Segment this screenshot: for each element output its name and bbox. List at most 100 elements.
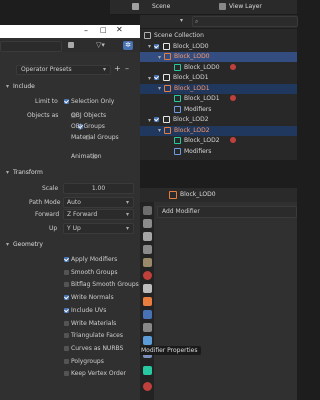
outliner-row[interactable]: ▾ Block_LOD0 bbox=[140, 52, 297, 62]
scene-name[interactable]: Scene bbox=[152, 3, 170, 10]
viewlayer-icon[interactable] bbox=[219, 3, 226, 10]
path-mode-dropdown[interactable]: Auto ▾ bbox=[63, 197, 134, 208]
material-tab-icon[interactable] bbox=[143, 382, 152, 391]
filter-funnel-icon[interactable]: ▾ bbox=[180, 17, 183, 24]
expand-arrow-icon[interactable]: ▾ bbox=[158, 54, 161, 61]
outliner-row[interactable]: Modifiers bbox=[140, 105, 297, 115]
outliner-row[interactable]: Block_LOD0 bbox=[140, 63, 297, 73]
expand-arrow-icon[interactable]: ▾ bbox=[148, 43, 151, 50]
geometry-option-checkbox[interactable] bbox=[64, 307, 69, 313]
world-tab-icon[interactable] bbox=[143, 271, 152, 280]
object-icon bbox=[164, 53, 171, 60]
geometry-option-label: Curves as NURBS bbox=[71, 344, 124, 352]
geometry-option-checkbox[interactable] bbox=[64, 295, 69, 301]
geometry-option-checkbox[interactable] bbox=[64, 358, 69, 364]
mesh-icon bbox=[174, 137, 181, 144]
outliner-row[interactable]: ▾ Block_LOD1 bbox=[140, 83, 297, 94]
data-tab-icon[interactable] bbox=[143, 366, 152, 375]
outliner-row[interactable]: ▾ Block_LOD2 bbox=[140, 115, 297, 125]
export-top-toolbar: ▽▾ ✲ bbox=[0, 40, 140, 52]
geometry-option-checkbox[interactable] bbox=[64, 333, 69, 339]
geometry-option-checkbox[interactable] bbox=[64, 269, 69, 275]
objects-as-label: Objects as bbox=[27, 112, 59, 119]
expand-arrow-icon[interactable]: ▾ bbox=[148, 117, 151, 124]
material-icon bbox=[230, 63, 236, 70]
output-tab-icon[interactable] bbox=[143, 232, 152, 241]
maximize-icon[interactable]: □ bbox=[100, 26, 107, 34]
up-dropdown[interactable]: Y Up ▾ bbox=[63, 223, 134, 234]
geometry-option-checkbox[interactable] bbox=[64, 371, 69, 377]
minimize-icon[interactable]: – bbox=[84, 26, 88, 35]
geometry-option-checkbox[interactable] bbox=[64, 320, 69, 326]
operator-presets-dropdown[interactable]: Operator Presets ▾ bbox=[16, 65, 111, 75]
filter-toggle-icon[interactable] bbox=[68, 42, 74, 48]
close-icon[interactable]: ✕ bbox=[116, 25, 123, 34]
geometry-option-label: Write Materials bbox=[71, 319, 117, 327]
scene-icon[interactable] bbox=[132, 3, 139, 10]
add-modifier-button[interactable]: Add Modifier bbox=[157, 206, 297, 218]
scale-label: Scale bbox=[42, 185, 59, 192]
outliner-row[interactable]: Block_LOD2 bbox=[140, 136, 297, 146]
outliner-row[interactable]: ▾ Block_LOD2 bbox=[140, 125, 297, 136]
search-icon: ⌕ bbox=[195, 18, 199, 25]
outliner-row[interactable]: Modifiers bbox=[140, 147, 297, 157]
object-name-field[interactable]: Block_LOD0 bbox=[180, 191, 216, 198]
material-groups-label: Material Groups bbox=[71, 134, 119, 141]
scene-tab-icon[interactable] bbox=[143, 258, 152, 267]
modifier-properties-tooltip: Modifier Properties bbox=[138, 346, 201, 355]
expand-arrow-icon[interactable]: ▾ bbox=[158, 85, 161, 92]
operator-presets-row: Operator Presets ▾ + – bbox=[0, 64, 140, 75]
outliner-search-input[interactable]: ⌕ bbox=[192, 16, 298, 27]
physics-tab-icon[interactable] bbox=[143, 336, 152, 345]
operator-presets-label: Operator Presets bbox=[21, 66, 72, 73]
geometry-panel-header[interactable]: ▾ Geometry bbox=[0, 239, 140, 250]
geometry-option-checkbox[interactable] bbox=[64, 257, 69, 262]
add-preset-icon[interactable]: + bbox=[114, 64, 121, 73]
scale-value: 1.00 bbox=[91, 185, 106, 192]
geometry-option-checkbox[interactable] bbox=[64, 345, 69, 351]
geometry-option-label: Bitflag Smooth Groups bbox=[71, 281, 139, 289]
particles-tab-icon[interactable] bbox=[143, 323, 152, 332]
geometry-option-label: Triangulate Faces bbox=[71, 332, 123, 340]
geometry-option-checkbox[interactable] bbox=[64, 282, 69, 288]
object-tab-icon[interactable] bbox=[143, 297, 152, 306]
outliner-row-label: Block_LOD1 bbox=[184, 95, 220, 102]
up-chevron-icon: ▾ bbox=[126, 225, 130, 232]
outliner-row[interactable]: Scene Collection bbox=[140, 31, 297, 41]
collection-checkbox[interactable] bbox=[154, 117, 159, 122]
render-tab-icon[interactable] bbox=[143, 219, 152, 228]
tool-tab-icon[interactable] bbox=[143, 206, 152, 215]
outliner-row-label: Block_LOD2 bbox=[173, 116, 209, 123]
filter-dropdown-icon[interactable]: ▽▾ bbox=[96, 41, 105, 49]
settings-gear-icon[interactable]: ✲ bbox=[123, 41, 133, 50]
selection-only-checkbox[interactable] bbox=[64, 99, 69, 104]
outliner-row[interactable]: ▾ Block_LOD1 bbox=[140, 73, 297, 83]
forward-dropdown[interactable]: Z Forward ▾ bbox=[63, 209, 134, 220]
expand-arrow-icon[interactable]: ▾ bbox=[158, 127, 161, 134]
scene-collection-icon bbox=[144, 32, 151, 39]
collection-tab-icon[interactable] bbox=[143, 284, 152, 293]
collection-icon bbox=[163, 74, 170, 81]
remove-preset-icon[interactable]: – bbox=[125, 64, 129, 73]
transform-panel-header[interactable]: ▾ Transform bbox=[0, 167, 140, 178]
obj-groups-label: OBJ Groups bbox=[71, 123, 105, 130]
scale-field[interactable]: 1.00 bbox=[63, 183, 134, 194]
view-layer-tab-icon[interactable] bbox=[143, 245, 152, 254]
outliner-row[interactable]: Block_LOD1 bbox=[140, 94, 297, 104]
outliner-row-label: Block_LOD1 bbox=[174, 84, 210, 92]
viewlayer-name[interactable]: View Layer bbox=[229, 3, 262, 10]
collection-checkbox[interactable] bbox=[154, 75, 159, 80]
expand-arrow-icon[interactable]: ▾ bbox=[148, 75, 151, 82]
include-panel-header[interactable]: ▾ Include bbox=[0, 81, 140, 92]
outliner-row[interactable]: ▾ Block_LOD0 bbox=[140, 42, 297, 52]
presets-chevron-icon: ▾ bbox=[103, 66, 107, 73]
add-modifier-label: Add Modifier bbox=[162, 208, 200, 215]
forward-label: Forward bbox=[35, 211, 60, 218]
filename-field[interactable] bbox=[0, 41, 62, 52]
path-mode-chevron-icon: ▾ bbox=[126, 199, 130, 206]
wrench-icon bbox=[174, 105, 181, 113]
mesh-icon bbox=[174, 63, 181, 71]
geometry-option-label: Keep Vertex Order bbox=[71, 370, 126, 378]
modifier-tab-icon[interactable] bbox=[143, 310, 152, 319]
collection-checkbox[interactable] bbox=[154, 43, 159, 49]
